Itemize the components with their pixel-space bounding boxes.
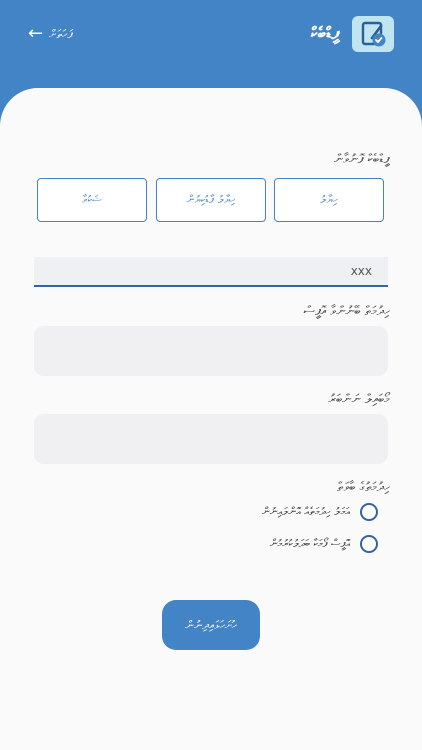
app-name: ފީޑްބެކް: [310, 24, 340, 44]
organization-field[interactable]: [34, 326, 392, 378]
feedback-edit-icon: [352, 16, 394, 52]
contact-label: މޯބައިލް ނަންބަރު: [328, 392, 390, 407]
radio-button[interactable]: [360, 535, 378, 553]
contact-input[interactable]: [34, 414, 392, 466]
radio-button[interactable]: [360, 503, 378, 521]
service-option-2[interactable]: އޮފީސް ފޯމަކާ ބަދަލުކުރުމުން: [270, 535, 378, 553]
service-option-1-label: އަމަލު ހިދުމަތެއް އޮންލައިނުން: [261, 505, 350, 518]
service-type-label: ހިދުމަތުގެ ބާވަތް: [337, 480, 390, 495]
service-option-1[interactable]: އަމަލު ހިދުމަތެއް އޮންލައިނުން: [262, 503, 378, 521]
id-field[interactable]: [34, 257, 388, 287]
feedback-type-group: ހިޔާލު ހިޔާލު ފާޑުކިޔުން ޝަކުވާ: [37, 178, 387, 224]
back-button[interactable]: ← ފަހަތަށް: [28, 22, 72, 46]
type-option-2[interactable]: ހިޔާލު ފާޑުކިޔުން: [156, 178, 266, 222]
organization-input[interactable]: [34, 326, 392, 378]
service-option-2-label: އޮފީސް ފޯމަކާ ބަދަލުކުރުމުން: [269, 537, 350, 550]
app-header: ← ފަހަތަށް ފީޑްބެކް: [0, 0, 422, 95]
contact-field[interactable]: [34, 414, 392, 466]
id-input[interactable]: [34, 257, 388, 285]
type-option-3[interactable]: ޝަކުވާ: [37, 178, 147, 222]
organization-label: ހިދުމަތް ބޭނުންވާ އޮފީސް: [303, 304, 391, 319]
brand: ފީޑްބެކް: [311, 16, 394, 52]
feedback-type-label: ފީޑްބެކް ފޮނުވާން: [333, 152, 390, 167]
submit-button[interactable]: ހުށަހަޅައިދިނުން: [162, 600, 260, 650]
type-option-1[interactable]: ހިޔާލު: [274, 178, 384, 222]
arrow-left-icon: ←: [28, 23, 44, 44]
back-label: ފަހަތަށް: [49, 26, 73, 41]
